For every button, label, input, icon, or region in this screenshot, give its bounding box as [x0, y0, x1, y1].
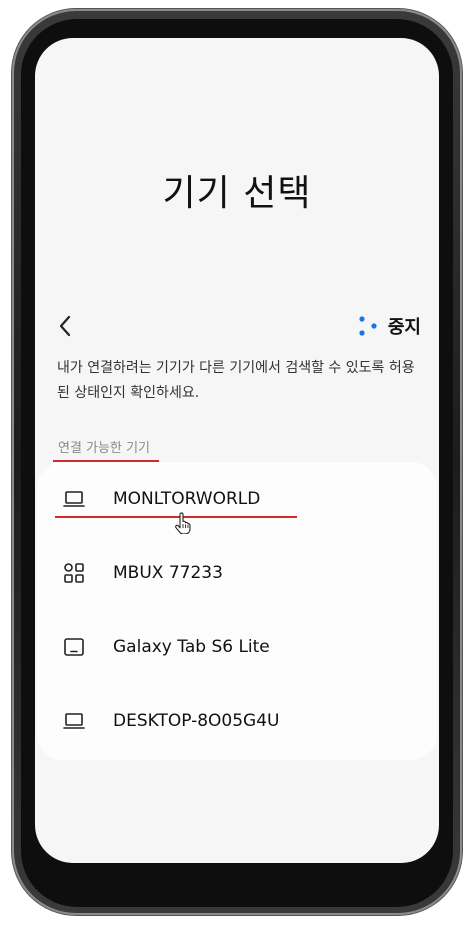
- bottom-bezel: [35, 863, 439, 889]
- stop-button[interactable]: 중지: [358, 312, 421, 340]
- device-name: MONLTORWORLD: [113, 489, 261, 509]
- apps-grid-icon: [61, 560, 87, 586]
- device-name: MBUX 77233: [113, 563, 223, 583]
- chevron-left-icon: [59, 315, 71, 337]
- laptop-icon: [61, 486, 87, 512]
- device-item-desktop[interactable]: DESKTOP-8O05G4U: [37, 684, 437, 758]
- searching-dots-icon: [359, 316, 377, 336]
- section-header-available-devices: 연결 가능한 기기: [58, 441, 150, 456]
- device-item-monltorworld[interactable]: MONLTORWORLD: [37, 462, 437, 536]
- device-item-mbux[interactable]: MBUX 77233: [37, 536, 437, 610]
- device-list: MONLTORWORLD MBUX 77233 Galaxy Tab S6 Li…: [37, 462, 437, 760]
- hand-cursor-icon: [175, 512, 191, 534]
- stop-label: 중지: [387, 317, 421, 338]
- page-title: 기기 선택: [162, 173, 312, 214]
- tablet-icon: [61, 634, 87, 660]
- description-text: 내가 연결하려는 기기가 다른 기기에서 검색할 수 있도록 허용된 상태인지 …: [57, 360, 415, 401]
- screen: 기기 선택 중지 내가 연결하려는 기기가 다른 기기에서 검색할 수 있도록 …: [35, 38, 439, 863]
- back-button[interactable]: [53, 312, 77, 340]
- device-item-galaxy-tab[interactable]: Galaxy Tab S6 Lite: [37, 610, 437, 684]
- device-name: Galaxy Tab S6 Lite: [113, 637, 270, 657]
- laptop-icon: [61, 708, 87, 734]
- device-name: DESKTOP-8O05G4U: [113, 711, 280, 731]
